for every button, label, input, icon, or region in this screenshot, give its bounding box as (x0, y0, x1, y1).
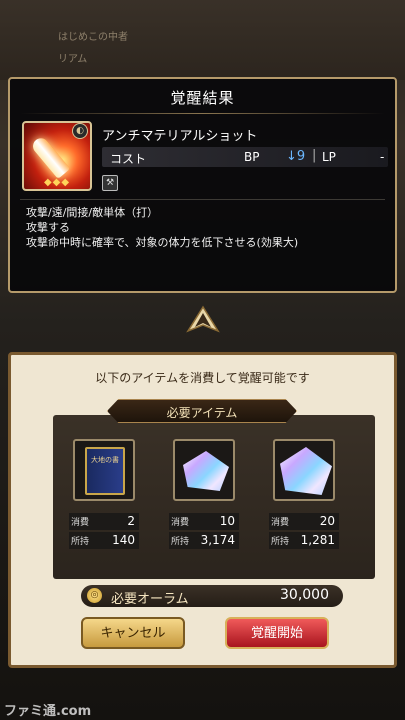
consume-value: 2 (127, 514, 135, 528)
watermark: ファミ通.com (4, 704, 92, 719)
background-label: はじめこの中者 (58, 32, 128, 43)
consume-row: 消費 10 (169, 513, 239, 530)
consume-label: 消費 (171, 518, 190, 528)
large-crystal-icon (280, 447, 332, 495)
lp-value: - (380, 150, 385, 164)
owned-row: 所持 140 (69, 532, 139, 549)
aurum-label: 必要オーラム (111, 592, 189, 607)
consume-label: 消費 (271, 518, 290, 528)
owned-row: 所持 3,174 (169, 532, 239, 549)
bp-label: BP (244, 150, 260, 164)
required-items-header: 必要アイテム (107, 399, 297, 423)
owned-value: 140 (112, 533, 135, 547)
start-awakening-button[interactable]: 覚醒開始 (225, 617, 329, 649)
ornament-arrow-icon (186, 305, 220, 333)
divider (20, 199, 385, 200)
consume-label: 消費 (71, 518, 90, 528)
item-frame (273, 439, 335, 501)
bullet-icon (29, 135, 71, 179)
cost-label: コスト (110, 152, 147, 166)
awakening-result-panel: 覚醒結果 ◐ ◆◆◆ アンチマテリアルショット コスト BP ↓9 | LP -… (8, 77, 397, 293)
owned-value: 1,281 (300, 533, 335, 547)
background-label: リアム (58, 54, 88, 65)
skill-description: 攻撃/遠/間接/敵単体（打） 攻撃する 攻撃命中時に確率で、対象の体力を低下させ… (26, 205, 298, 250)
aurum-coin-icon: ◎ (87, 588, 102, 603)
cost-bar: コスト BP ↓9 | LP - (102, 147, 388, 167)
description-line: 攻撃命中時に確率で、対象の体力を低下させる(効果大) (26, 236, 299, 249)
owned-label: 所持 (171, 537, 190, 547)
required-item[interactable]: 消費 20 所持 1,281 (269, 439, 339, 549)
required-item[interactable]: 大地の書 消費 2 所持 140 (69, 439, 139, 549)
consume-row: 消費 2 (69, 513, 139, 530)
description-line: 攻撃する (26, 221, 70, 234)
owned-value: 3,174 (200, 533, 235, 547)
attack-type-icon: ⚒ (102, 175, 118, 191)
required-items-title: 必要アイテム (166, 406, 238, 420)
item-frame (173, 439, 235, 501)
requirements-caption: 以下のアイテムを消費して覚醒可能です (95, 371, 310, 385)
owned-label: 所持 (71, 537, 90, 547)
cancel-button[interactable]: キャンセル (81, 617, 185, 649)
consume-row: 消費 20 (269, 513, 339, 530)
owned-label: 所持 (271, 537, 290, 547)
book-icon: 大地の書 (85, 447, 125, 495)
book-title: 大地の書 (91, 456, 119, 464)
divider (20, 113, 385, 114)
separator: | (312, 148, 317, 163)
skill-name: アンチマテリアルショット (102, 129, 258, 144)
skill-rank-stars: ◆◆◆ (43, 177, 71, 188)
result-title: 覚醒結果 (170, 89, 235, 107)
aurum-value: 30,000 (280, 587, 329, 603)
consume-value: 20 (319, 514, 335, 528)
required-item[interactable]: 消費 10 所持 3,174 (169, 439, 239, 549)
rank-badge-icon: ◐ (72, 123, 88, 139)
item-frame: 大地の書 (73, 439, 135, 501)
aurum-cost-row: ◎ 必要オーラム 30,000 (81, 585, 343, 607)
description-line: 攻撃/遠/間接/敵単体（打） (26, 206, 159, 219)
bp-value: ↓9 (286, 149, 306, 164)
requirements-panel: 以下のアイテムを消費して覚醒可能です 必要アイテム 大地の書 消費 2 所持 1… (8, 352, 397, 668)
crystal-icon (183, 451, 229, 491)
owned-row: 所持 1,281 (269, 532, 339, 549)
consume-value: 10 (219, 514, 235, 528)
lp-label: LP (322, 150, 336, 164)
